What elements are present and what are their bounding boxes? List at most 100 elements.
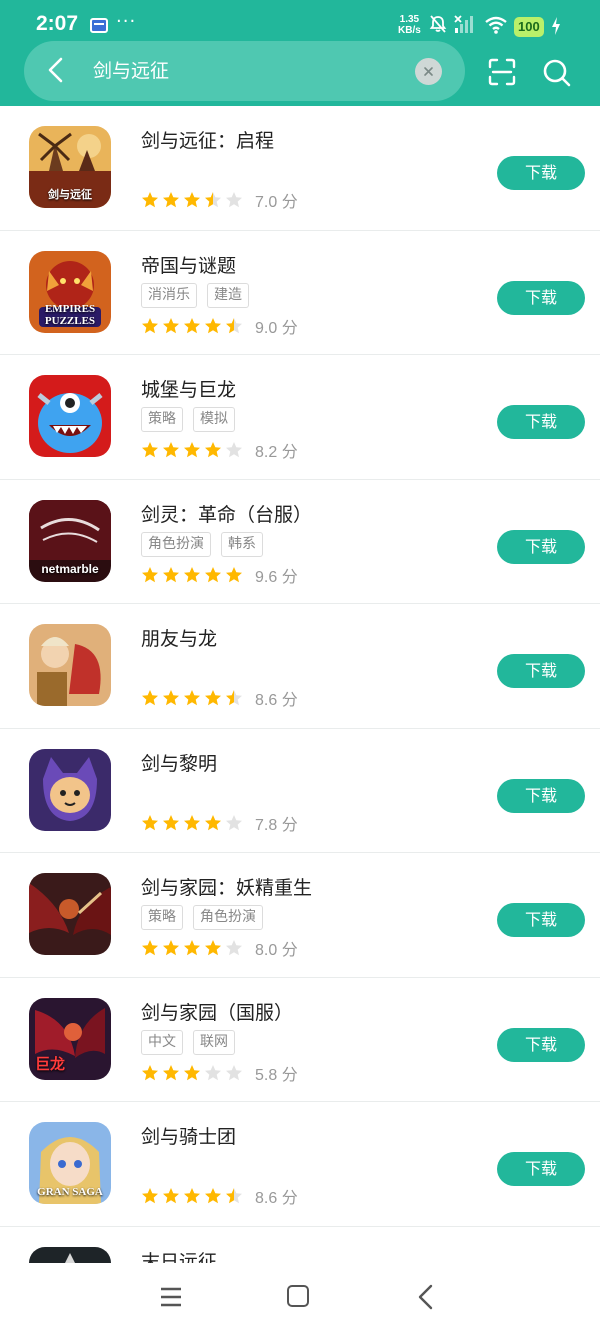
app-icon[interactable]: GRAN SAGA: [29, 1122, 111, 1204]
star-filled-icon: [142, 940, 158, 956]
star-filled-icon: [142, 442, 158, 458]
home-icon[interactable]: [287, 1285, 309, 1307]
app-name[interactable]: 剑与家园（国服）: [141, 998, 293, 1025]
star-filled-icon: [226, 566, 242, 582]
star-filled-icon: [163, 940, 179, 956]
search-results-list: 剑与远征 剑与远征：启程 7.0 分 下载 EMPIRES PUZZLES 帝国…: [0, 106, 600, 1333]
app-tag: 建造: [207, 282, 249, 308]
app-list-item[interactable]: 巨龙 剑与家园（国服） 中文 联网 5.8 分 下载: [0, 978, 600, 1102]
download-button[interactable]: 下载: [497, 778, 585, 813]
app-name[interactable]: 剑与骑士团: [141, 1122, 236, 1149]
star-rating: [141, 441, 243, 459]
star-filled-icon: [205, 940, 221, 956]
app-rating: 7.8 分: [141, 811, 298, 835]
app-icon-caption: GRAN SAGA: [37, 1186, 103, 1198]
bell-muted-icon: [429, 15, 447, 33]
star-filled-icon: [142, 1064, 158, 1080]
app-tag: 角色扮演: [141, 531, 211, 557]
app-score: 8.0 分: [255, 942, 298, 959]
app-list-item[interactable]: EMPIRES PUZZLES 帝国与谜题 消消乐 建造 9.0 分 下载: [0, 231, 600, 355]
star-filled-icon: [142, 566, 158, 582]
app-list-item[interactable]: 朋友与龙 8.6 分 下载: [0, 604, 600, 729]
app-tags: 消消乐 建造: [141, 282, 249, 308]
app-list-item[interactable]: 剑与黎明 7.8 分 下载: [0, 729, 600, 853]
star-filled-icon: [205, 690, 221, 706]
app-tag: 模拟: [193, 407, 235, 432]
download-button[interactable]: 下载: [497, 654, 585, 688]
more-notifications-icon: ···: [116, 11, 137, 32]
app-name[interactable]: 剑与黎明: [141, 749, 217, 776]
app-icon[interactable]: netmarble: [29, 499, 111, 582]
star-filled-icon: [205, 442, 221, 458]
app-icon-caption: 巨龙: [35, 1056, 66, 1073]
star-filled-icon: [184, 442, 200, 458]
app-icon[interactable]: [29, 375, 111, 457]
star-rating: [141, 317, 243, 335]
star-empty-icon: [226, 940, 242, 956]
star-filled-icon: [163, 317, 179, 333]
star-filled-icon: [184, 814, 200, 830]
star-filled-icon: [163, 690, 179, 706]
app-list-item[interactable]: netmarble 剑灵：革命（台服） 角色扮演 韩系 9.6 分 下载: [0, 480, 600, 604]
menu-icon[interactable]: [159, 1285, 183, 1309]
app-tag: 策略: [141, 407, 183, 432]
app-tag: 中文: [141, 1029, 183, 1055]
download-button[interactable]: 下载: [497, 156, 585, 190]
wifi-icon: [485, 16, 507, 34]
app-rating: 7.0 分: [141, 188, 298, 212]
star-filled-icon: [184, 317, 200, 333]
download-button[interactable]: 下载: [497, 405, 585, 439]
scan-icon[interactable]: [487, 57, 517, 87]
charging-icon: [552, 17, 560, 35]
dark-dragon-icon: [29, 873, 111, 955]
star-empty-icon: [226, 192, 242, 208]
app-rating: 8.2 分: [141, 438, 298, 462]
app-icon[interactable]: 剑与远征: [29, 126, 111, 208]
star-filled-icon: [163, 566, 179, 582]
signal-icon: [454, 15, 473, 33]
app-name[interactable]: 帝国与谜题: [141, 251, 236, 278]
app-name[interactable]: 剑灵：革命（台服）: [141, 500, 312, 527]
status-bar: 2:07 ··· 1.35 KB/s 100: [0, 0, 600, 44]
app-icon[interactable]: [29, 873, 111, 955]
app-icon[interactable]: EMPIRES PUZZLES: [29, 250, 111, 333]
star-filled-icon: [184, 1064, 200, 1080]
download-button[interactable]: 下载: [497, 280, 585, 315]
app-name[interactable]: 城堡与巨龙: [141, 375, 236, 402]
star-filled-icon: [163, 442, 179, 458]
app-icon[interactable]: 巨龙: [29, 997, 111, 1080]
star-empty-icon: [226, 442, 242, 458]
app-name[interactable]: 朋友与龙: [141, 624, 217, 651]
download-button[interactable]: 下载: [497, 1027, 585, 1062]
app-icon-caption: netmarble: [41, 561, 99, 576]
app-tag: 角色扮演: [193, 905, 263, 930]
star-filled-icon: [184, 566, 200, 582]
app-score: 8.6 分: [255, 1190, 298, 1207]
clear-search-button[interactable]: [415, 58, 442, 85]
search-icon[interactable]: [542, 58, 572, 88]
app-tag: 消消乐: [141, 282, 197, 308]
search-input[interactable]: [93, 56, 393, 86]
star-half-icon: [205, 192, 221, 208]
download-button[interactable]: 下载: [497, 903, 585, 937]
back-icon[interactable]: [416, 1284, 434, 1310]
app-list-item[interactable]: GRAN SAGA 剑与骑士团 8.6 分 下载: [0, 1102, 600, 1227]
app-tags: 策略 模拟: [141, 407, 235, 432]
app-icon[interactable]: [29, 748, 111, 831]
app-list-item[interactable]: 城堡与巨龙 策略 模拟 8.2 分 下载: [0, 355, 600, 480]
star-rating: [141, 1064, 243, 1082]
app-list-item[interactable]: 剑与家园：妖精重生 策略 角色扮演 8.0 分 下载: [0, 853, 600, 978]
star-filled-icon: [205, 566, 221, 582]
app-icon[interactable]: [29, 624, 111, 706]
star-rating: [141, 566, 243, 584]
cat-hero-icon: [29, 748, 111, 831]
download-button[interactable]: 下载: [497, 1152, 585, 1186]
app-rating: 9.6 分: [141, 563, 298, 587]
star-filled-icon: [142, 690, 158, 706]
app-list-item[interactable]: 剑与远征 剑与远征：启程 7.0 分 下载: [0, 106, 600, 231]
back-arrow-icon[interactable]: [44, 56, 68, 84]
download-button[interactable]: 下载: [497, 529, 585, 564]
star-rating: [141, 689, 243, 707]
app-name[interactable]: 剑与远征：启程: [141, 126, 274, 153]
app-name[interactable]: 剑与家园：妖精重生: [141, 873, 312, 900]
